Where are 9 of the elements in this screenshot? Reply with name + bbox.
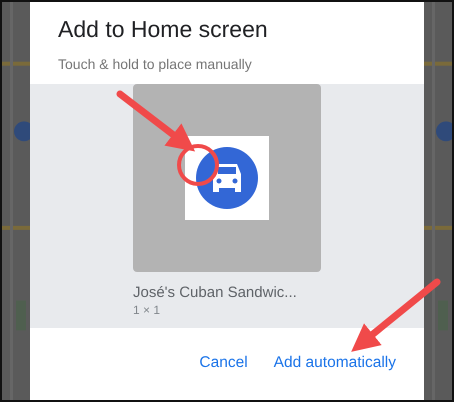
widget-label: José's Cuban Sandwic... — [133, 284, 297, 301]
car-icon — [185, 136, 269, 220]
dialog-subtitle: Touch & hold to place manually — [57, 55, 253, 74]
add-button[interactable]: Add automatically — [272, 350, 398, 376]
dialog-title: Add to Home screen — [57, 15, 269, 44]
widget-size: 1 × 1 — [133, 303, 160, 317]
highlight-circle — [177, 144, 219, 186]
cancel-button[interactable]: Cancel — [197, 350, 250, 376]
widget-preview[interactable] — [133, 84, 321, 272]
